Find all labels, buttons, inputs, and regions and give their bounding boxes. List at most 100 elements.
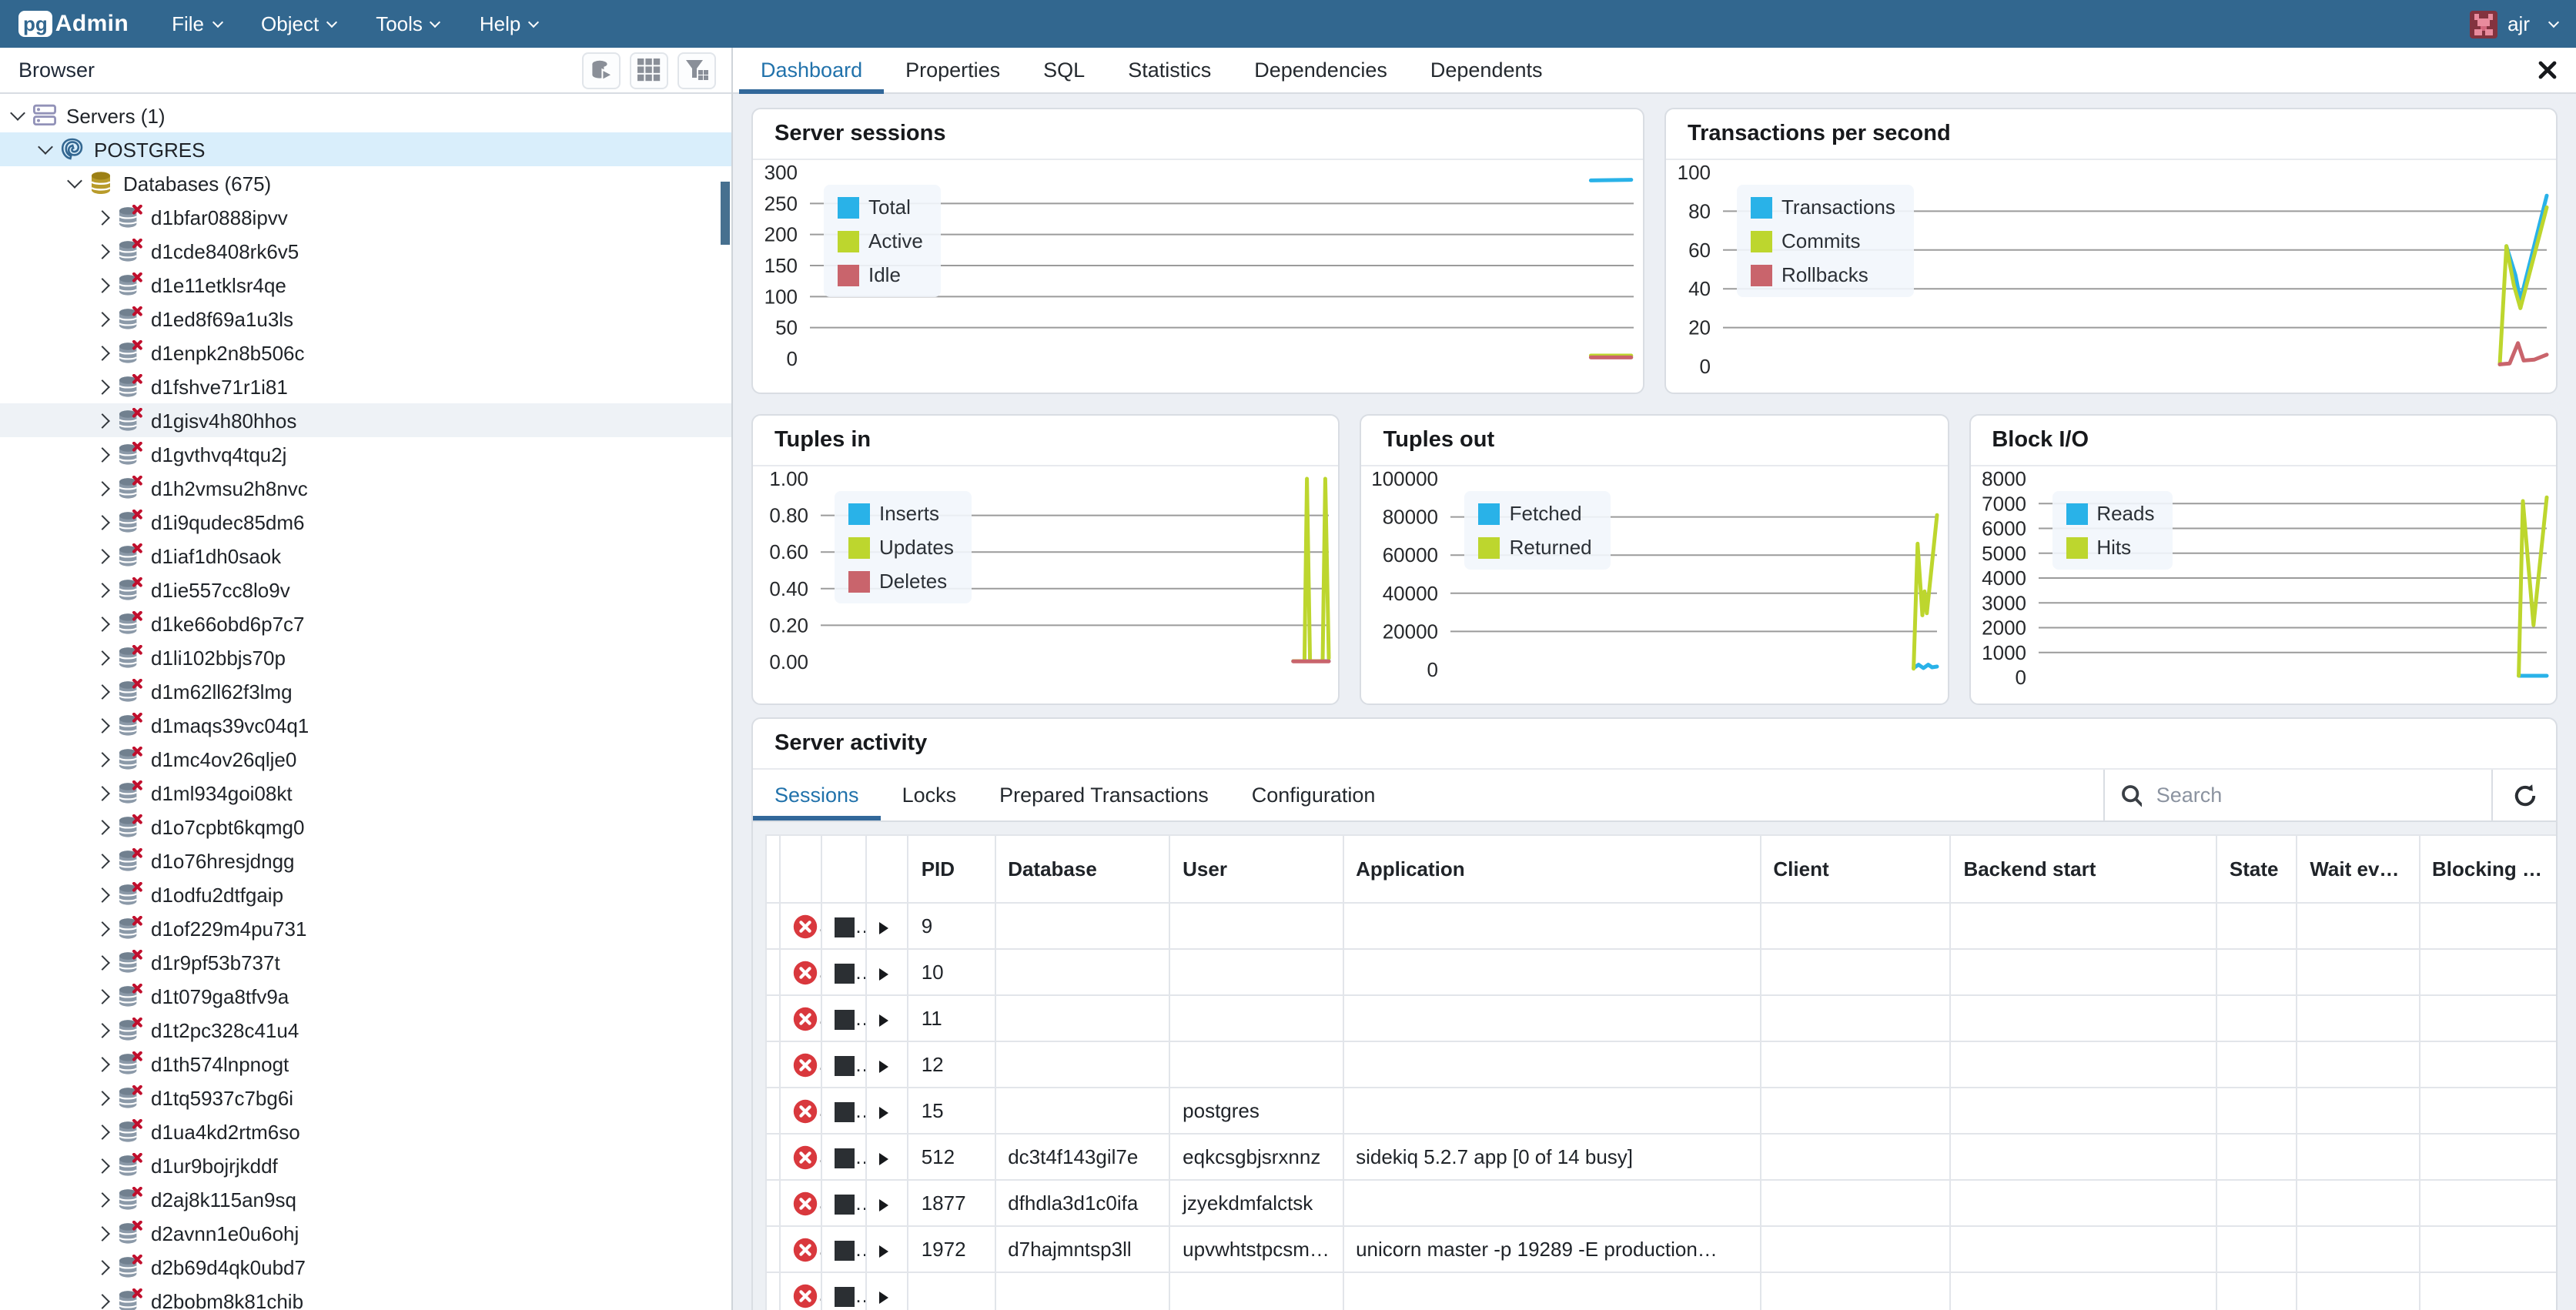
chevron-collapsed-icon[interactable] [95, 379, 110, 394]
cancel-query-icon[interactable] [793, 1284, 818, 1308]
tree-item-database[interactable]: d1of229m4pu731 [0, 911, 731, 945]
tree-item-database[interactable]: d1th574lnpnogt [0, 1047, 731, 1081]
tree-scrollbar-thumb[interactable] [721, 182, 730, 245]
chevron-collapsed-icon[interactable] [95, 243, 110, 259]
chevron-expanded-icon[interactable] [38, 139, 53, 155]
view-data-button[interactable] [630, 52, 668, 89]
terminate-icon[interactable] [835, 1241, 855, 1261]
tab-properties[interactable]: Properties [884, 48, 1022, 93]
cancel-query-icon[interactable] [793, 1099, 818, 1124]
column-header[interactable]: Database [995, 835, 1169, 903]
expand-row-icon[interactable] [880, 1291, 889, 1303]
tree-item-database[interactable]: d1ur9bojrjkddf [0, 1148, 731, 1182]
filtered-rows-button[interactable] [677, 52, 716, 89]
chevron-collapsed-icon[interactable] [95, 277, 110, 292]
tree-item-database[interactable]: d1fshve71r1i81 [0, 369, 731, 403]
tab-prepared-transactions[interactable]: Prepared Transactions [978, 770, 1230, 820]
query-tool-button[interactable] [582, 52, 621, 89]
tab-configuration[interactable]: Configuration [1230, 770, 1397, 820]
tree-item-database[interactable]: d1h2vmsu2h8nvc [0, 471, 731, 505]
cancel-query-icon[interactable] [793, 1238, 818, 1262]
tree-item-database[interactable]: d2avnn1e0u6ohj [0, 1216, 731, 1250]
cancel-query-icon[interactable] [793, 961, 818, 985]
chevron-collapsed-icon[interactable] [95, 209, 110, 225]
chevron-collapsed-icon[interactable] [95, 785, 110, 800]
session-row[interactable]: 15 postgres [766, 1088, 2556, 1134]
expand-row-icon[interactable] [880, 1198, 889, 1211]
expand-row-icon[interactable] [880, 1106, 889, 1118]
chevron-collapsed-icon[interactable] [95, 1293, 110, 1308]
session-row[interactable]: 1972 d7hajmntsp3ll upvwhtstpcsmwk unicor… [766, 1226, 2556, 1272]
chevron-expanded-icon[interactable] [10, 105, 25, 121]
tab-sql[interactable]: SQL [1022, 48, 1106, 93]
refresh-button[interactable] [2491, 770, 2556, 820]
chevron-collapsed-icon[interactable] [95, 751, 110, 767]
chevron-collapsed-icon[interactable] [95, 616, 110, 631]
terminate-icon[interactable] [835, 1056, 855, 1076]
chevron-collapsed-icon[interactable] [95, 650, 110, 665]
terminate-icon[interactable] [835, 1195, 855, 1215]
column-header[interactable]: PID [908, 835, 995, 903]
chevron-collapsed-icon[interactable] [95, 1259, 110, 1275]
chevron-collapsed-icon[interactable] [95, 819, 110, 834]
tab-dependents[interactable]: Dependents [1409, 48, 1564, 93]
tab-dependencies[interactable]: Dependencies [1233, 48, 1409, 93]
user-menu[interactable]: ajr [2469, 10, 2558, 38]
tree-item-database[interactable]: d1cde8408rk6v5 [0, 234, 731, 268]
expand-row-icon[interactable] [880, 967, 889, 980]
cancel-query-icon[interactable] [793, 1053, 818, 1078]
column-header[interactable]: State [2216, 835, 2297, 903]
tree-item-database[interactable]: d1tq5937c7bg6i [0, 1081, 731, 1115]
expand-row-icon[interactable] [880, 1060, 889, 1072]
tree-item-database[interactable]: d1iaf1dh0saok [0, 539, 731, 573]
tree-item-database[interactable]: d2aj8k115an9sq [0, 1182, 731, 1216]
terminate-icon[interactable] [835, 1148, 855, 1168]
cancel-query-icon[interactable] [793, 1191, 818, 1216]
menu-object[interactable]: Object [261, 12, 336, 35]
session-row[interactable]: 512 dc3t4f143gil7e eqkcsgbjsrxnnz sideki… [766, 1134, 2556, 1180]
session-row[interactable]: 1877 dfhdla3d1c0ifa jzyekdmfalctsk [766, 1180, 2556, 1226]
terminate-icon[interactable] [835, 1010, 855, 1030]
tree-item-database[interactable]: d1t079ga8tfv9a [0, 979, 731, 1013]
expand-row-icon[interactable] [880, 1152, 889, 1165]
search-input[interactable] [2156, 784, 2476, 807]
tree-item-database[interactable]: d1gisv4h80hhos [0, 403, 731, 437]
menu-tools[interactable]: Tools [376, 12, 440, 35]
session-row[interactable] [766, 1272, 2556, 1310]
terminate-icon[interactable] [835, 964, 855, 984]
session-row[interactable]: 12 [766, 1041, 2556, 1088]
column-header[interactable]: Wait event [2297, 835, 2419, 903]
tree-item-server-postgres[interactable]: POSTGRES [0, 132, 731, 166]
tree-item-database[interactable]: d1mc4ov26qlje0 [0, 742, 731, 776]
chevron-collapsed-icon[interactable] [95, 480, 110, 496]
chevron-collapsed-icon[interactable] [95, 921, 110, 936]
chevron-collapsed-icon[interactable] [95, 954, 110, 970]
expand-row-icon[interactable] [880, 1245, 889, 1257]
session-row[interactable]: 11 [766, 995, 2556, 1041]
expand-row-icon[interactable] [880, 1014, 889, 1026]
tab-locks[interactable]: Locks [881, 770, 979, 820]
tree-item-database[interactable]: d1li102bbjs70p [0, 640, 731, 674]
tree-item-servers[interactable]: Servers (1) [0, 99, 731, 132]
tree-item-database[interactable]: d1ke66obd6p7c7 [0, 607, 731, 640]
terminate-icon[interactable] [835, 917, 855, 937]
chevron-collapsed-icon[interactable] [95, 1022, 110, 1038]
chevron-collapsed-icon[interactable] [95, 345, 110, 360]
menu-file[interactable]: File [172, 12, 221, 35]
chevron-collapsed-icon[interactable] [95, 988, 110, 1004]
terminate-icon[interactable] [835, 1102, 855, 1122]
tree-item-database[interactable]: d1gvthvq4tqu2j [0, 437, 731, 471]
cancel-query-icon[interactable] [793, 1007, 818, 1031]
session-row[interactable]: 9 [766, 903, 2556, 949]
chevron-collapsed-icon[interactable] [95, 683, 110, 699]
column-header[interactable]: Client [1760, 835, 1950, 903]
tree-item-database[interactable]: d1maqs39vc04q1 [0, 708, 731, 742]
tree-item-databases[interactable]: Databases (675) [0, 166, 731, 200]
chevron-collapsed-icon[interactable] [95, 311, 110, 326]
close-panel-button[interactable] [2538, 60, 2558, 80]
tree-item-database[interactable]: d1ie557cc8lo9v [0, 573, 731, 607]
chevron-collapsed-icon[interactable] [95, 413, 110, 428]
chevron-collapsed-icon[interactable] [95, 1124, 110, 1139]
cancel-query-icon[interactable] [793, 914, 818, 939]
tree-item-database[interactable]: d1m62ll62f3lmg [0, 674, 731, 708]
